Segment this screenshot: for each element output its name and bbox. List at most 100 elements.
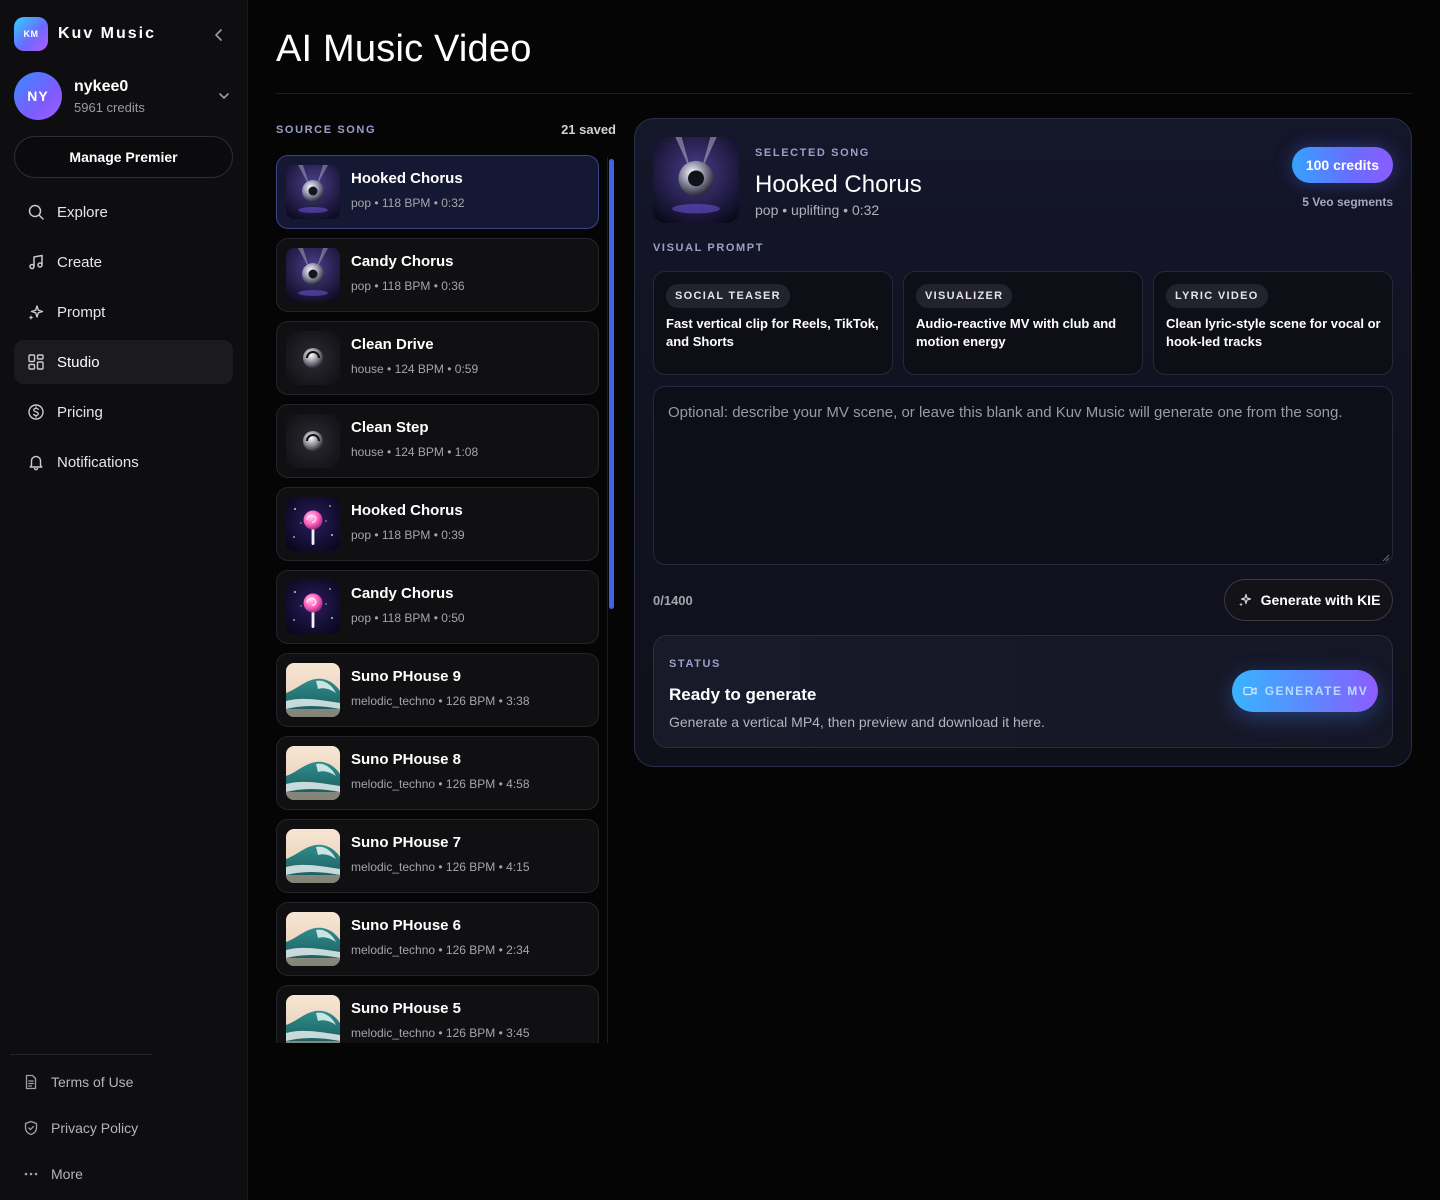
app-root: KM Kuv Music NY nykee0 5961 credits Mana… xyxy=(0,0,1440,1200)
sidebar-item-studio[interactable]: Studio xyxy=(14,340,233,384)
manage-premier-button[interactable]: Manage Premier xyxy=(14,136,233,178)
sidebar-item-label: Prompt xyxy=(57,303,106,321)
status-title: Ready to generate xyxy=(669,685,817,704)
sidebar-item-create[interactable]: Create xyxy=(14,240,233,284)
bell-icon xyxy=(26,452,46,472)
more-menu-button[interactable]: More xyxy=(22,1154,138,1194)
footer-item-label: More xyxy=(51,1166,83,1182)
song-artwork xyxy=(286,829,340,883)
music-note-icon xyxy=(26,252,46,272)
preset-tag: SOCIAL TEASER xyxy=(666,284,790,308)
song-title: Candy Chorus xyxy=(351,253,454,270)
user-credits: 5961 credits xyxy=(74,99,145,115)
ellipsis-icon xyxy=(22,1165,40,1183)
sidebar: KM Kuv Music NY nykee0 5961 credits Mana… xyxy=(0,0,248,1200)
song-title: Clean Drive xyxy=(351,336,434,353)
preset-description: Audio-reactive MV with club and motion e… xyxy=(916,316,1117,349)
terms-of-use-link[interactable]: Terms of Use xyxy=(22,1062,138,1102)
sidebar-item-label: Pricing xyxy=(57,403,103,421)
status-label: STATUS xyxy=(669,658,721,670)
selected-song-artwork xyxy=(653,137,739,223)
song-item[interactable]: Suno PHouse 5 melodic_techno • 126 BPM • … xyxy=(276,985,599,1043)
scene-prompt-box xyxy=(653,386,1393,565)
collapse-sidebar-icon[interactable] xyxy=(208,24,230,46)
song-artwork xyxy=(286,497,340,551)
song-item[interactable]: Candy Chorus pop • 118 BPM • 0:50 xyxy=(276,570,599,644)
song-meta: melodic_techno • 126 BPM • 2:34 xyxy=(351,943,530,957)
sidebar-item-label: Notifications xyxy=(57,453,139,471)
char-count: 0/1400 xyxy=(653,593,693,608)
video-camera-icon xyxy=(1242,683,1258,699)
chevron-down-icon[interactable] xyxy=(214,86,234,106)
song-artwork xyxy=(286,248,340,302)
song-meta: pop • 118 BPM • 0:36 xyxy=(351,279,465,293)
song-meta: house • 124 BPM • 1:08 xyxy=(351,445,479,459)
song-item[interactable]: Clean Drive house • 124 BPM • 0:59 xyxy=(276,321,599,395)
sidebar-footer: Terms of Use Privacy Policy More xyxy=(22,1056,138,1194)
sidebar-item-explore[interactable]: Explore xyxy=(14,190,233,234)
generate-mv-label: GENERATE MV xyxy=(1264,684,1369,698)
sidebar-item-label: Explore xyxy=(57,203,108,221)
song-item[interactable]: Hooked Chorus pop • 118 BPM • 0:39 xyxy=(276,487,599,561)
page-title: AI Music Video xyxy=(276,28,532,70)
privacy-policy-link[interactable]: Privacy Policy xyxy=(22,1108,138,1148)
generate-with-kie-button[interactable]: Generate with KIE xyxy=(1224,579,1393,621)
song-item[interactable]: Hooked Chorus pop • 118 BPM • 0:32 xyxy=(276,155,599,229)
grid-icon xyxy=(26,352,46,372)
preset-social-teaser[interactable]: SOCIAL TEASER Fast vertical clip for Ree… xyxy=(653,271,893,375)
song-list[interactable]: Hooked Chorus pop • 118 BPM • 0:32 Candy C… xyxy=(276,155,599,1043)
song-meta: melodic_techno • 126 BPM • 3:45 xyxy=(351,1026,530,1040)
song-title: Suno PHouse 9 xyxy=(351,668,462,685)
generate-mv-button[interactable]: GENERATE MV xyxy=(1232,670,1378,712)
mv-panel: SELECTED SONG Hooked Chorus pop • uplift… xyxy=(634,118,1412,767)
brand[interactable]: KM Kuv Music xyxy=(14,17,156,51)
song-item[interactable]: Suno PHouse 7 melodic_techno • 126 BPM • … xyxy=(276,819,599,893)
sidebar-item-notifications[interactable]: Notifications xyxy=(14,440,233,484)
status-card: STATUS Ready to generate Generate a vert… xyxy=(653,635,1393,748)
selected-song-meta: pop • uplifting • 0:32 xyxy=(755,202,880,218)
song-artwork xyxy=(286,580,340,634)
scene-prompt-input[interactable] xyxy=(654,387,1392,564)
source-song-header: SOURCE SONG 21 saved xyxy=(276,122,616,137)
user-name: nykee0 xyxy=(74,77,129,95)
user-profile[interactable]: NY nykee0 5961 credits xyxy=(14,72,234,120)
song-item[interactable]: Suno PHouse 9 melodic_techno • 126 BPM • … xyxy=(276,653,599,727)
song-item[interactable]: Clean Step house • 124 BPM • 1:08 xyxy=(276,404,599,478)
sidebar-item-label: Studio xyxy=(57,353,100,371)
sidebar-item-prompt[interactable]: Prompt xyxy=(14,290,233,334)
footer-divider xyxy=(10,1054,152,1055)
song-title: Suno PHouse 5 xyxy=(351,1000,462,1017)
preset-lyric-video[interactable]: LYRIC VIDEO Clean lyric-style scene for … xyxy=(1153,271,1393,375)
brand-name: Kuv Music xyxy=(58,25,157,42)
sidebar-nav: Explore Create Prompt Studio Pricing Not… xyxy=(14,190,233,490)
resize-grip-icon[interactable] xyxy=(1382,554,1390,562)
user-info: nykee0 5961 credits xyxy=(74,78,145,115)
song-meta: melodic_techno • 126 BPM • 3:38 xyxy=(351,694,530,708)
song-meta: pop • 118 BPM • 0:32 xyxy=(351,196,465,210)
avatar: NY xyxy=(14,72,62,120)
preset-visualizer[interactable]: VISUALIZER Audio-reactive MV with club a… xyxy=(903,271,1143,375)
preset-tag: VISUALIZER xyxy=(916,284,1013,308)
song-item[interactable]: Suno PHouse 6 melodic_techno • 126 BPM • … xyxy=(276,902,599,976)
sparkle-icon xyxy=(26,302,46,322)
song-item[interactable]: Suno PHouse 8 melodic_techno • 126 BPM • … xyxy=(276,736,599,810)
song-artwork xyxy=(286,663,340,717)
song-title: Suno PHouse 8 xyxy=(351,751,462,768)
song-title: Hooked Chorus xyxy=(351,502,463,519)
saved-count: 21 saved xyxy=(561,122,616,137)
sidebar-item-pricing[interactable]: Pricing xyxy=(14,390,233,434)
dollar-circle-icon xyxy=(26,402,46,422)
selected-song-label: SELECTED SONG xyxy=(755,147,870,159)
credits-cost-badge: 100 credits xyxy=(1291,147,1393,183)
song-list-scrollbar[interactable] xyxy=(607,157,615,1043)
song-item[interactable]: Candy Chorus pop • 118 BPM • 0:36 xyxy=(276,238,599,312)
generate-with-kie-label: Generate with KIE xyxy=(1260,592,1381,608)
song-meta: pop • 118 BPM • 0:50 xyxy=(351,611,465,625)
scrollbar-thumb[interactable] xyxy=(609,159,614,609)
source-song-label: SOURCE SONG xyxy=(276,123,377,136)
document-icon xyxy=(22,1073,40,1091)
song-title: Candy Chorus xyxy=(351,585,454,602)
search-icon xyxy=(26,202,46,222)
brand-logo: KM xyxy=(14,17,48,51)
sidebar-item-label: Create xyxy=(57,253,103,271)
